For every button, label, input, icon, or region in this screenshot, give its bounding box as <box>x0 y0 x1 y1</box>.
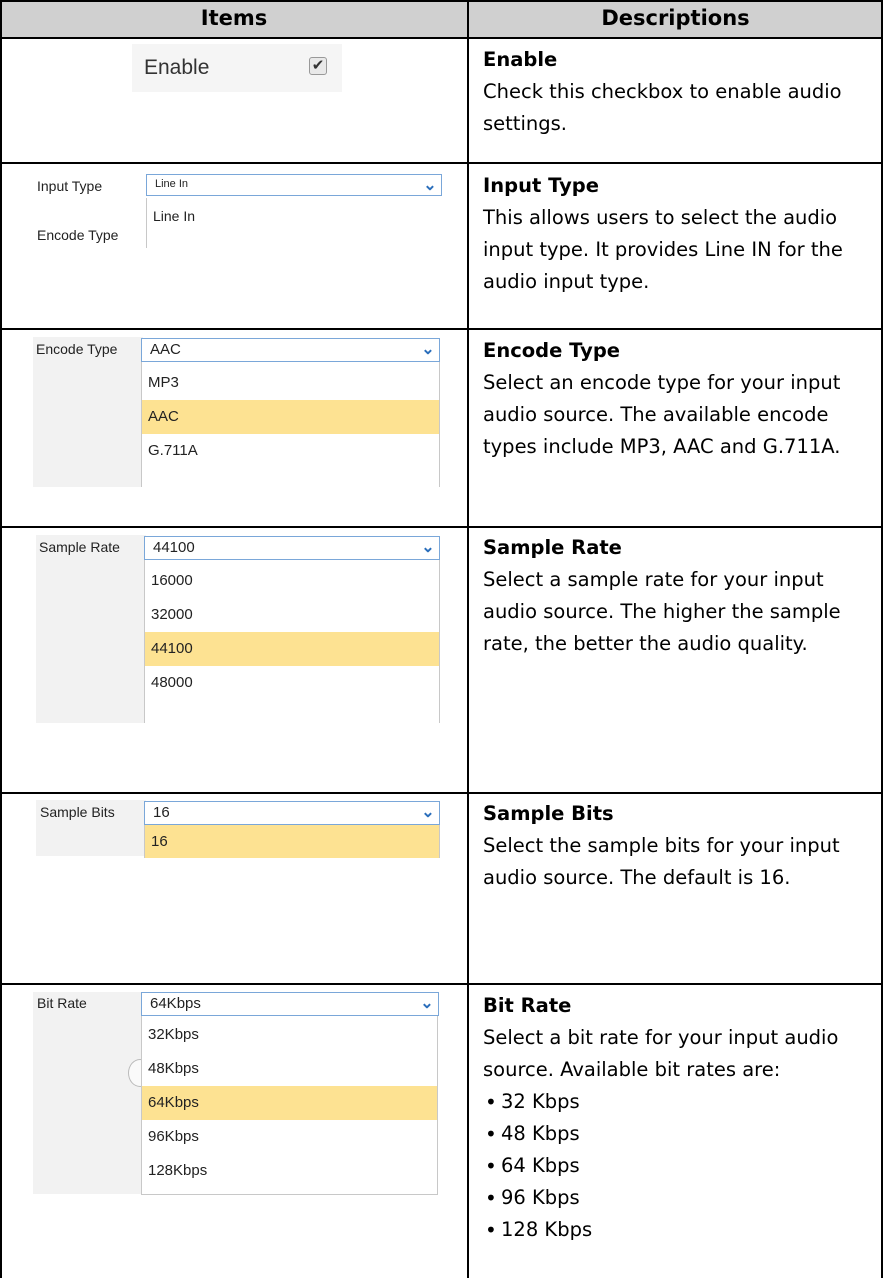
bit-rate-description: Bit Rate Select a bit rate for your inpu… <box>483 990 878 1246</box>
enable-title: Enable <box>483 48 558 71</box>
input-type-text: This allows users to select the audio in… <box>483 206 843 293</box>
list-item: 96 Kbps <box>483 1182 878 1214</box>
bit-rate-dropdown: 32Kbps 48Kbps 64Kbps 96Kbps 128Kbps <box>141 1016 438 1195</box>
dropdown-option-selected[interactable]: 64Kbps <box>142 1086 437 1120</box>
input-type-dropdown: Line In <box>146 198 327 248</box>
dropdown-option-selected[interactable]: 16 <box>145 825 439 858</box>
encode-type-label: Encode Type <box>37 227 119 243</box>
row-divider <box>1 983 882 985</box>
bit-rate-label: Bit Rate <box>37 995 87 1011</box>
encode-type-description: Encode Type Select an encode type for yo… <box>483 335 878 463</box>
chevron-down-icon: ⌄ <box>421 341 435 358</box>
chevron-down-icon: ⌄ <box>423 177 437 194</box>
sample-rate-select[interactable]: 44100 ⌄ <box>144 536 440 560</box>
bit-rate-select-value: 64Kbps <box>150 995 201 1012</box>
dropdown-option[interactable]: 32000 <box>145 598 439 632</box>
sample-bits-select[interactable]: 16 ⌄ <box>144 801 440 825</box>
list-item: 48 Kbps <box>483 1118 878 1150</box>
sample-bits-text: Select the sample bits for your input au… <box>483 834 840 889</box>
dropdown-option[interactable]: 48Kbps <box>142 1052 437 1086</box>
header-divider <box>1 37 882 39</box>
input-type-select-value: Line In <box>155 178 189 190</box>
sample-rate-screenshot-bg <box>36 535 146 723</box>
descriptions-column-header: Descriptions <box>601 6 750 30</box>
chevron-down-icon: ⌄ <box>421 804 435 821</box>
encode-type-screenshot-bg <box>33 337 143 487</box>
bit-rate-screenshot-bg <box>33 992 143 1194</box>
enable-text: Check this checkbox to enable audio sett… <box>483 80 842 135</box>
sample-rate-label: Sample Rate <box>39 539 120 555</box>
sample-rate-description: Sample Rate Select a sample rate for you… <box>483 532 878 660</box>
row-divider <box>1 328 882 330</box>
sample-bits-label: Sample Bits <box>40 804 115 820</box>
sample-bits-select-value: 16 <box>153 804 170 821</box>
sample-bits-dropdown: 16 <box>144 825 440 858</box>
enable-label: Enable <box>144 56 210 79</box>
row-divider <box>1 162 882 164</box>
dropdown-option[interactable]: Line In <box>147 198 327 232</box>
dropdown-option[interactable]: 128Kbps <box>142 1154 437 1188</box>
chevron-down-icon: ⌄ <box>420 995 434 1012</box>
bit-rate-title: Bit Rate <box>483 994 572 1017</box>
table-border-left <box>0 0 2 1278</box>
input-type-label: Input Type <box>37 178 103 194</box>
dropdown-option[interactable]: 16000 <box>145 564 439 598</box>
bit-rate-select[interactable]: 64Kbps ⌄ <box>141 992 439 1016</box>
encode-type-dropdown: MP3 AAC G.711A <box>141 362 440 487</box>
bit-rate-text: Select a bit rate for your input audio s… <box>483 1026 839 1081</box>
enable-checkbox[interactable]: ✔ <box>309 57 327 75</box>
chevron-down-icon: ⌄ <box>421 539 435 556</box>
table-border-top <box>1 0 882 2</box>
sample-rate-title: Sample Rate <box>483 536 622 559</box>
bit-rate-list: 32 Kbps 48 Kbps 64 Kbps 96 Kbps 128 Kbps <box>483 1086 878 1246</box>
row-divider <box>1 792 882 794</box>
dropdown-option[interactable]: 96Kbps <box>142 1120 437 1154</box>
dropdown-option[interactable]: 48000 <box>145 666 439 700</box>
row-divider <box>1 526 882 528</box>
enable-description: Enable Check this checkbox to enable aud… <box>483 44 878 140</box>
list-item: 64 Kbps <box>483 1150 878 1182</box>
column-divider <box>467 0 469 1278</box>
dropdown-option-selected[interactable]: 44100 <box>145 632 439 666</box>
sample-rate-dropdown: 16000 32000 44100 48000 <box>144 560 440 723</box>
sample-rate-select-value: 44100 <box>153 539 195 556</box>
dropdown-option[interactable]: G.711A <box>142 434 439 468</box>
encode-type-title: Encode Type <box>483 339 621 362</box>
input-type-description: Input Type This allows users to select t… <box>483 170 878 298</box>
input-type-select[interactable]: Line In ⌄ <box>146 174 442 196</box>
sample-bits-title: Sample Bits <box>483 802 614 825</box>
table-border-right <box>881 0 883 1278</box>
encode-type-select-value: AAC <box>150 341 181 358</box>
dropdown-option[interactable]: MP3 <box>142 366 439 400</box>
list-item: 32 Kbps <box>483 1086 878 1118</box>
encode-type-label: Encode Type <box>36 341 118 357</box>
sample-rate-text: Select a sample rate for your input audi… <box>483 568 841 655</box>
input-type-title: Input Type <box>483 174 599 197</box>
encode-type-text: Select an encode type for your input aud… <box>483 371 841 458</box>
list-item: 128 Kbps <box>483 1214 878 1246</box>
dropdown-option[interactable]: 32Kbps <box>142 1018 437 1052</box>
items-column-header: Items <box>200 6 268 30</box>
dropdown-option-selected[interactable]: AAC <box>142 400 439 434</box>
encode-type-select[interactable]: AAC ⌄ <box>141 338 440 362</box>
sample-bits-description: Sample Bits Select the sample bits for y… <box>483 798 878 894</box>
